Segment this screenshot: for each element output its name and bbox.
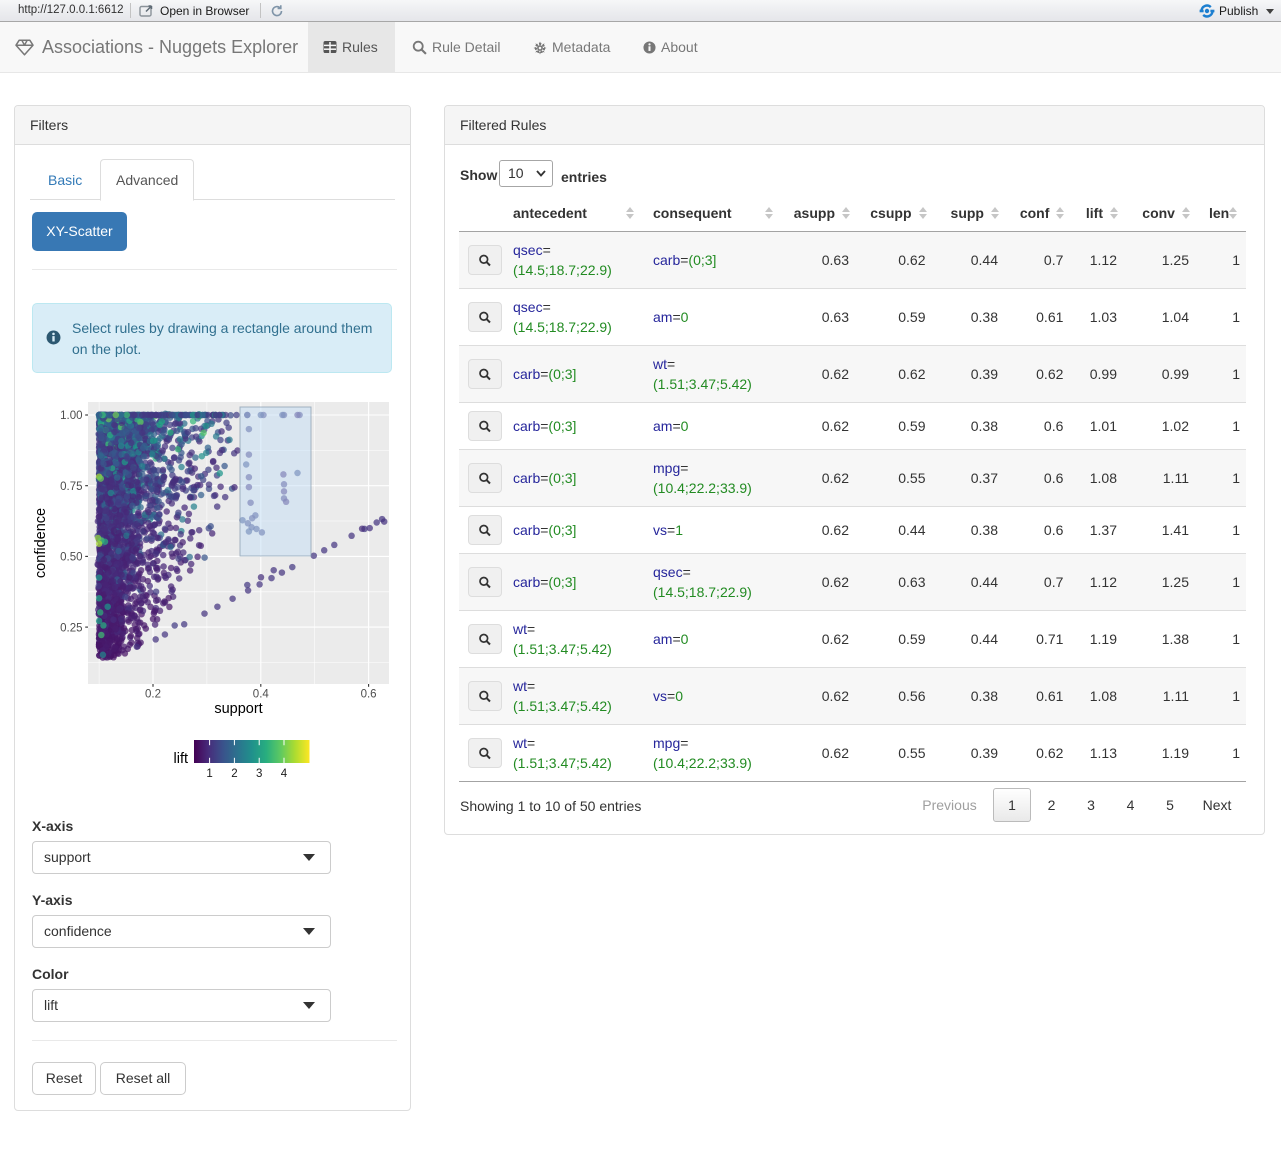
- svg-text:confidence: confidence: [33, 508, 49, 578]
- svg-text:1: 1: [206, 768, 212, 780]
- svg-text:1.00: 1.00: [60, 410, 82, 422]
- svg-text:support: support: [214, 701, 262, 717]
- svg-text:3: 3: [256, 768, 262, 780]
- svg-text:0.2: 0.2: [145, 689, 161, 701]
- svg-text:0.25: 0.25: [60, 622, 82, 634]
- svg-text:4: 4: [281, 768, 288, 780]
- svg-text:0.50: 0.50: [60, 552, 82, 564]
- svg-text:0.75: 0.75: [60, 481, 82, 493]
- svg-text:0.4: 0.4: [253, 689, 270, 701]
- svg-text:lift: lift: [174, 751, 189, 767]
- svg-text:0.6: 0.6: [361, 689, 377, 701]
- svg-text:2: 2: [231, 768, 237, 780]
